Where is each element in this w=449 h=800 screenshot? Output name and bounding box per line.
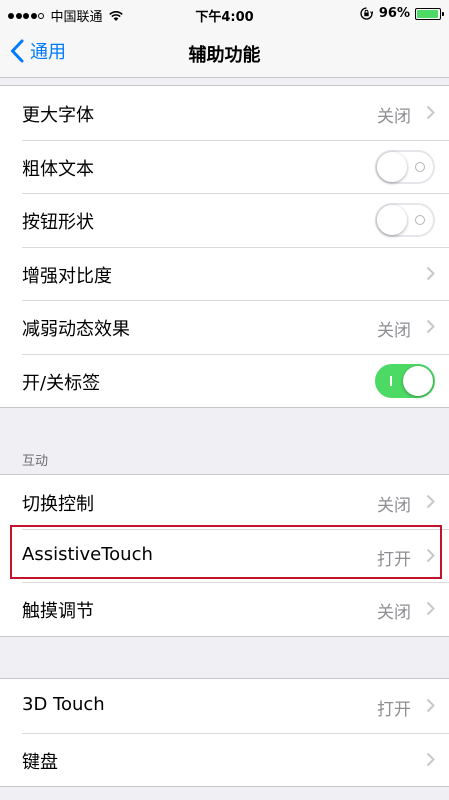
row-label: 增强对比度 — [22, 265, 112, 287]
row-3d-touch[interactable]: 3D Touch 打开 — [0, 679, 449, 733]
row-value: 关闭 — [377, 321, 411, 341]
row-label: 3D Touch — [22, 694, 105, 715]
chevron-right-icon — [426, 752, 435, 766]
button-shapes-switch[interactable] — [375, 203, 435, 237]
on-off-labels-switch[interactable] — [375, 363, 435, 398]
row-larger-text[interactable]: 更大字体 关闭 — [0, 86, 449, 140]
chevron-right-icon — [426, 266, 435, 280]
row-button-shapes: 按钮形状 — [0, 193, 449, 247]
row-touch-accommodations[interactable]: 触摸调节 关闭 — [0, 582, 449, 636]
row-on-off-labels: 开/关标签 — [0, 353, 449, 408]
battery-percent: 96% — [378, 6, 410, 21]
switch-knob — [403, 365, 433, 396]
chevron-right-icon — [426, 601, 435, 616]
row-label: 减弱动态效果 — [22, 319, 130, 340]
battery-icon — [415, 7, 444, 20]
navigation-bar: 通用 辅助功能 — [0, 28, 449, 78]
status-right: 96% — [360, 6, 444, 21]
row-label: 开/关标签 — [22, 372, 101, 394]
row-label: 触摸调节 — [22, 601, 94, 622]
row-bold-text: 粗体文本 — [0, 139, 449, 194]
battery-fill — [417, 9, 439, 18]
row-value: 关闭 — [377, 496, 411, 516]
interaction-group: 切换控制 关闭 AssistiveTouch 打开 触摸调节 关闭 — [0, 474, 449, 637]
row-switch-control[interactable]: 切换控制 关闭 — [0, 475, 449, 529]
row-label: 更大字体 — [22, 105, 94, 126]
display-settings-group: 更大字体 关闭 粗体文本 按钮形状 增强对比度 减弱动态效果 关闭 开/关标签 — [0, 85, 449, 408]
chevron-right-icon — [426, 698, 435, 713]
row-value: 打开 — [377, 549, 411, 570]
battery-tip — [442, 11, 444, 16]
switch-knob — [377, 205, 407, 235]
section-header-interaction: 互动 — [22, 454, 49, 469]
row-label: 切换控制 — [22, 494, 94, 515]
row-assistivetouch[interactable]: AssistiveTouch 打开 — [0, 528, 449, 583]
switch-off-mark — [415, 215, 425, 225]
row-label: 按钮形状 — [22, 212, 94, 233]
touch-keyboard-group: 3D Touch 打开 键盘 — [0, 678, 449, 787]
row-value: 关闭 — [377, 603, 411, 623]
chevron-right-icon — [426, 494, 435, 509]
row-label: 粗体文本 — [22, 158, 94, 180]
page-title: 辅助功能 — [188, 45, 261, 66]
chevron-right-icon — [426, 319, 435, 334]
bold-text-switch[interactable] — [375, 149, 435, 184]
switch-knob — [377, 151, 407, 182]
row-label: AssistiveTouch — [22, 543, 153, 565]
row-value: 打开 — [377, 700, 411, 720]
orientation-lock-icon — [360, 7, 373, 20]
chevron-right-icon — [426, 105, 435, 120]
row-increase-contrast[interactable]: 增强对比度 — [0, 246, 449, 301]
switch-on-mark — [390, 375, 392, 386]
chevron-right-icon — [426, 548, 435, 562]
switch-off-mark — [415, 161, 425, 172]
row-reduce-motion[interactable]: 减弱动态效果 关闭 — [0, 300, 449, 354]
status-bar: 中国联通 下午4:00 96% — [0, 0, 449, 28]
row-value: 关闭 — [377, 107, 411, 127]
row-keyboard[interactable]: 键盘 — [0, 732, 449, 787]
row-label: 键盘 — [22, 751, 58, 773]
